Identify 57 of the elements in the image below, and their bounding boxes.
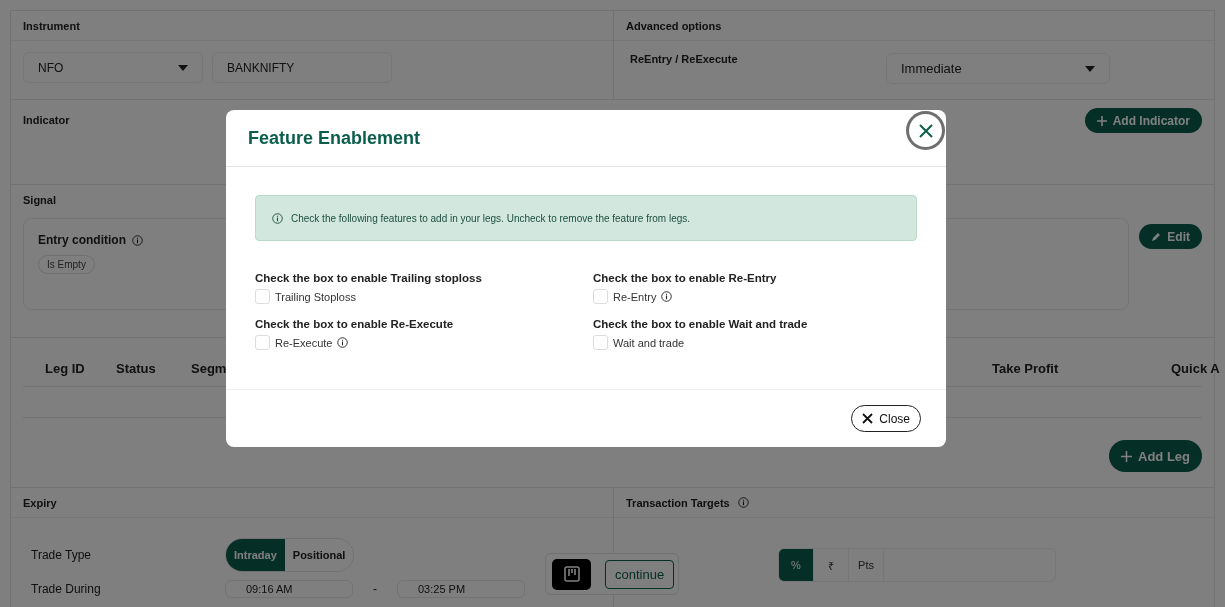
entry-condition-label: Entry condition <box>38 233 126 247</box>
info-icon <box>337 337 349 348</box>
info-message: Check the following features to add in your legs. Uncheck to remove the feature from legs. <box>291 212 691 224</box>
time-separator: - <box>373 582 377 596</box>
column-header: Status <box>116 361 156 376</box>
column-header: Take Profit <box>992 361 1059 376</box>
reentry-label: ReEntry / ReExecute <box>630 53 738 67</box>
section-title: Expiry <box>23 496 57 509</box>
feature-heading: Check the box to enable Re-Entry <box>593 272 778 284</box>
section-title: Instrument <box>23 19 80 32</box>
close-icon <box>862 413 874 424</box>
close-icon <box>918 123 933 138</box>
info-icon <box>737 497 749 508</box>
close-icon-button[interactable] <box>909 114 942 147</box>
feature-heading: Check the box to enable Re-Execute <box>255 318 455 330</box>
trade-type-option[interactable]: Intraday <box>226 539 285 571</box>
checkbox[interactable] <box>255 289 270 304</box>
checkbox-label[interactable]: Wait and trade <box>613 336 685 349</box>
board-icon-button[interactable] <box>552 558 591 590</box>
checkbox-label[interactable]: Re-Execute <box>275 336 333 349</box>
add-leg-button[interactable]: Add Leg <box>1109 440 1202 472</box>
pencil-icon <box>1151 231 1162 242</box>
checkbox-label[interactable]: Trailing Stoploss <box>275 290 356 303</box>
column-header: Leg ID <box>45 361 85 376</box>
dialog-title: Feature Enablement <box>248 127 421 149</box>
checkbox[interactable] <box>593 289 608 304</box>
checkbox[interactable] <box>255 335 270 350</box>
plus-icon <box>1121 450 1132 462</box>
column-header: Quick A <box>1171 361 1220 376</box>
plus-icon <box>1096 115 1107 126</box>
edit-button[interactable]: Edit <box>1139 224 1202 249</box>
board-icon <box>563 566 580 582</box>
column-header: Segm <box>191 361 227 376</box>
caret-icon <box>1085 65 1095 72</box>
checkbox-label[interactable]: Re-Entry <box>613 290 657 303</box>
info-icon <box>132 234 143 246</box>
continue-button[interactable]: continue <box>605 559 675 589</box>
feature-heading: Check the box to enable Trailing stoploss <box>255 272 483 284</box>
unit-option[interactable]: % <box>779 549 814 581</box>
close-button[interactable]: Close <box>851 405 921 432</box>
section-title: Signal <box>23 193 56 206</box>
caret-icon <box>178 64 188 71</box>
trade-type-label: Trade Type <box>31 548 93 562</box>
section-title: Transaction Targets <box>626 496 730 509</box>
section-title: Indicator <box>23 114 70 126</box>
exchange-select[interactable]: NFO <box>23 52 203 83</box>
end-time-field[interactable]: 03:25 PM <box>397 580 525 598</box>
info-icon <box>272 212 283 224</box>
info-icon <box>661 291 673 302</box>
section-title: Advanced options <box>626 19 722 32</box>
feature-heading: Check the box to enable Wait and trade <box>593 318 809 330</box>
symbol-field[interactable]: BANKNIFTY <box>212 52 392 83</box>
trade-during-label: Trade During <box>31 582 102 596</box>
start-time-field[interactable]: 09:16 AM <box>225 580 353 598</box>
add-indicator-button[interactable]: Add Indicator <box>1084 108 1202 133</box>
reentry-select[interactable]: Immediate <box>886 53 1110 84</box>
checkbox[interactable] <box>593 335 608 350</box>
